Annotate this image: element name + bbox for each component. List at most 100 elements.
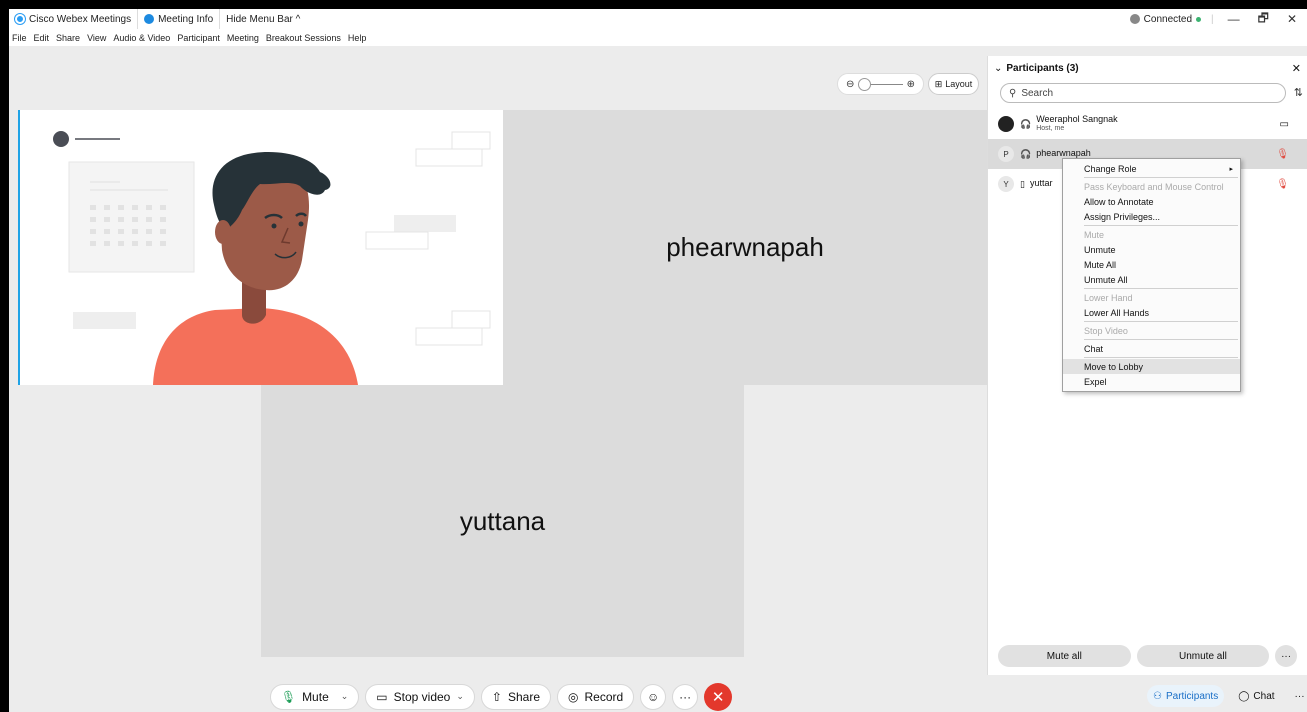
sort-icon[interactable]: ⇅ — [1294, 86, 1303, 99]
webex-window: Cisco Webex Meetings Meeting Info Hide M… — [9, 9, 1307, 712]
menu-participant[interactable]: Participant — [177, 33, 220, 43]
mute-button[interactable]: 🎙 Mute ⌄ — [269, 683, 360, 710]
zoom-knob[interactable] — [858, 77, 872, 91]
video-stage: ⊖ ⊕ ⊞ Layout phearwnapah yuttana — [9, 46, 987, 675]
more-panels-button[interactable]: ··· — [1289, 685, 1307, 707]
chevron-down-icon[interactable]: ⌄ — [456, 691, 464, 702]
submenu-arrow-icon: ▸ — [1229, 165, 1233, 173]
connected-dot-icon — [1196, 16, 1202, 22]
muted-microphone-icon[interactable]: 🎙 — [1276, 149, 1289, 160]
menu-item-unmute-all[interactable]: Unmute All — [1063, 272, 1240, 287]
menu-share[interactable]: Share — [56, 33, 80, 43]
panel-header: ⌄ Participants (3) ✕ — [988, 56, 1307, 80]
participants-toggle-button[interactable]: ⚇ Participants — [1147, 685, 1225, 707]
collapse-chevron-icon[interactable]: ⌄ — [994, 63, 1002, 74]
end-meeting-button[interactable]: ✕ — [704, 682, 733, 711]
app-tab[interactable]: Cisco Webex Meetings — [9, 9, 139, 29]
participant-context-menu: Change Role ▸ Pass Keyboard and Mouse Con… — [1062, 158, 1241, 392]
menu-item-expel[interactable]: Expel — [1063, 374, 1240, 389]
avatar: P — [998, 146, 1014, 162]
zoom-out-icon[interactable]: ⊖ — [846, 79, 854, 90]
avatar — [998, 116, 1014, 132]
globe-icon — [1129, 14, 1140, 24]
zoom-slider[interactable] — [858, 77, 903, 91]
reactions-button[interactable]: ☺ — [640, 683, 667, 710]
participant-name: yuttar — [1029, 178, 1053, 189]
info-icon — [144, 14, 155, 24]
meeting-info-tab[interactable]: Meeting Info — [138, 9, 221, 29]
search-icon: ⚲ — [1009, 87, 1017, 99]
self-video-tile[interactable] — [18, 110, 503, 385]
menu-item-lower-hand: Lower Hand — [1084, 292, 1133, 303]
menu-view[interactable]: View — [87, 33, 106, 43]
unmute-all-button[interactable]: Unmute all — [1136, 645, 1270, 667]
phone-icon: ▯ — [1020, 178, 1025, 189]
menu-item-mute-all[interactable]: Mute All — [1063, 257, 1240, 272]
menu-item-move-to-lobby[interactable]: Move to Lobby — [1063, 359, 1240, 374]
menu-separator — [1084, 225, 1238, 226]
menu-meeting[interactable]: Meeting — [227, 33, 259, 43]
tile-name: phearwnapah — [666, 232, 824, 262]
close-window-button[interactable]: ✕ — [1283, 12, 1301, 26]
menu-breakout-sessions[interactable]: Breakout Sessions — [266, 33, 341, 43]
panel-title: Participants (3) — [1006, 62, 1079, 74]
menu-separator — [1084, 339, 1238, 340]
participant-row[interactable]: 🎧 Weeraphol Sangnak Host, me ▭ — [988, 109, 1307, 139]
mute-all-button[interactable]: Mute all — [998, 645, 1131, 667]
menu-item-mute: Mute — [1084, 229, 1105, 240]
menu-edit[interactable]: Edit — [34, 33, 50, 43]
menu-item-assign-privileges[interactable]: Assign Privileges... — [1063, 209, 1240, 224]
menu-separator — [1084, 177, 1238, 178]
menu-item-unmute[interactable]: Unmute — [1063, 242, 1240, 257]
smiley-icon: ☺ — [647, 689, 660, 704]
menu-item-chat[interactable]: Chat — [1063, 341, 1240, 356]
menu-item-allow-annotate[interactable]: Allow to Annotate — [1063, 194, 1240, 209]
menu-item-stop-video: Stop Video — [1084, 325, 1128, 336]
self-video-illustration — [53, 131, 491, 385]
minimize-button[interactable]: — — [1224, 12, 1244, 26]
participant-tile-yuttana[interactable]: yuttana — [261, 385, 744, 657]
share-button[interactable]: ⇧ Share — [480, 683, 551, 710]
video-camera-icon: ▭ — [1279, 118, 1289, 130]
more-options-button[interactable]: ··· — [1275, 645, 1297, 667]
menu-separator — [1084, 357, 1238, 358]
menu-item-pass-keyboard-mouse: Pass Keyboard and Mouse Control — [1084, 181, 1224, 192]
share-icon: ⇧ — [491, 689, 502, 704]
headset-icon: 🎧 — [1020, 118, 1032, 129]
grid-icon: ⊞ — [934, 78, 943, 89]
panel-footer: Mute all Unmute all ··· — [988, 637, 1307, 675]
menu-item-lower-all-hands[interactable]: Lower All Hands — [1063, 305, 1240, 320]
microphone-icon: 🎙 — [280, 689, 297, 704]
close-icon: ✕ — [711, 688, 725, 706]
meeting-info-label: Meeting Info — [158, 13, 214, 25]
muted-microphone-icon[interactable]: 🎙 — [1276, 179, 1289, 190]
zoom-in-icon[interactable]: ⊕ — [907, 79, 915, 90]
zoom-control[interactable]: ⊖ ⊕ — [837, 73, 924, 95]
hide-menu-bar-button[interactable]: Hide Menu Bar ^ — [220, 9, 306, 29]
menu-item-change-role[interactable]: Change Role ▸ — [1063, 161, 1240, 176]
title-bar: Cisco Webex Meetings Meeting Info Hide M… — [9, 9, 1307, 29]
menu-help[interactable]: Help — [348, 33, 367, 43]
search-input[interactable]: ⚲ Search — [1000, 83, 1286, 103]
record-button[interactable]: ◎ Record — [557, 683, 635, 710]
chat-toggle-button[interactable]: ◯ Chat — [1232, 685, 1280, 707]
app-name: Cisco Webex Meetings — [29, 13, 132, 25]
close-panel-icon[interactable]: ✕ — [1292, 62, 1301, 75]
restore-button[interactable]: 🗗 — [1254, 9, 1273, 30]
menu-separator — [1084, 288, 1238, 289]
person-icon: ⚇ — [1153, 690, 1162, 702]
tile-name: yuttana — [459, 505, 546, 536]
chevron-down-icon[interactable]: ⌄ — [341, 691, 349, 702]
menu-file[interactable]: File — [12, 33, 27, 43]
headset-icon: 🎧 — [1020, 148, 1032, 159]
menu-bar: File Edit Share View Audio & Video Parti… — [9, 29, 1307, 46]
menu-separator — [1084, 321, 1238, 322]
menu-audio-video[interactable]: Audio & Video — [113, 33, 170, 43]
stop-video-button[interactable]: ▭ Stop video ⌄ — [365, 683, 475, 710]
chat-bubble-icon: ◯ — [1238, 690, 1250, 702]
more-options-button[interactable]: ··· — [672, 683, 699, 710]
layout-button[interactable]: ⊞ Layout — [928, 73, 979, 95]
participant-tile-phearwnapah[interactable]: phearwnapah — [503, 110, 987, 385]
meeting-controls: 🎙 Mute ⌄ ▭ Stop video ⌄ ⇧ Share ◎ Record… — [9, 681, 987, 712]
camera-icon: ▭ — [376, 689, 388, 704]
